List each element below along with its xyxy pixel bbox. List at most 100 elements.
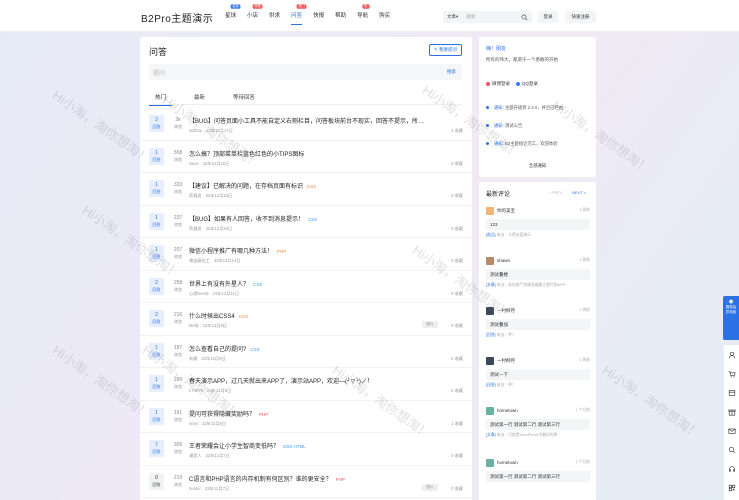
- weibo-login[interactable]: 微博登录: [486, 81, 510, 87]
- avatar[interactable]: [486, 459, 494, 467]
- vip-float-button[interactable]: ◆ 展现会员特权: [723, 296, 739, 340]
- search-input[interactable]: 搜索: [466, 14, 521, 20]
- question-author[interactable]: hunter: [189, 486, 201, 491]
- avatar[interactable]: [486, 257, 494, 265]
- question-author[interactable]: 漫索人: [189, 453, 202, 458]
- question-title[interactable]: 王者荣耀会让小学生智商变低吗？ CSS HTML: [189, 441, 306, 450]
- question-author[interactable]: 有趣: [189, 356, 197, 361]
- search-type-select[interactable]: 文章▾: [447, 14, 458, 20]
- question-author[interactable]: 荷塘君: [189, 193, 202, 198]
- question-author[interactable]: L70676: [189, 388, 203, 393]
- favorite-count[interactable]: 0 收藏: [451, 193, 463, 199]
- question-author[interactable]: wzthou: [189, 128, 202, 133]
- question-tag[interactable]: CSS: [308, 217, 317, 222]
- site-logo[interactable]: B2Pro主题演示: [141, 10, 213, 25]
- question-title[interactable]: 【BUG】问答页面小工具不能自定义右侧栏目，问答板块前台不现实，回答不提示，所…: [189, 116, 424, 125]
- question-row[interactable]: 2 回答 216 浏览 什么时候出CSS4 CSS Molly 22年12月9日 图片 0 收藏: [140, 303, 472, 336]
- question-author[interactable]: 荷塘君: [189, 226, 202, 231]
- user-icon[interactable]: [728, 351, 736, 359]
- question-title[interactable]: 春天演示APP，过几天就出来APP了，演示站APP，欢迎—(╯▽╰)ノ！: [189, 376, 373, 385]
- comment-user[interactable]: hometown: [497, 408, 518, 413]
- comments-prev-button[interactable]: < PREV: [548, 190, 562, 195]
- comment-source[interactable]: [回答] 来自：呼！: [486, 383, 516, 388]
- question-row[interactable]: 2 回答 2k 浏览 【BUG】问答页面小工具不能自定义右侧栏目，问答板块前台不现实，回…: [140, 108, 472, 141]
- search-box[interactable]: 文章▾ 搜索: [443, 11, 532, 23]
- favorite-count[interactable]: 0 收藏: [451, 226, 463, 232]
- nav-item-3[interactable]: 问答 热门: [291, 4, 307, 25]
- favorite-count[interactable]: 0 收藏: [451, 388, 463, 394]
- favorite-count[interactable]: 0 收藏: [451, 161, 463, 167]
- question-row[interactable]: 2 回答 258 浏览 世界上有没有外星人？ CSS 心愿DeGE 22年12月11日 0 收藏: [140, 271, 472, 303]
- nav-item-2[interactable]: 供求: [269, 11, 280, 19]
- gift-icon[interactable]: [728, 408, 736, 416]
- comment-body[interactable]: 测试叠楼: [486, 269, 590, 280]
- question-row[interactable]: 0 回答 219 浏览 C语言和PHP语言的内存机制有何区别？谁的更安全？ PHP hunt…: [140, 466, 472, 498]
- question-tag[interactable]: CSS: [307, 184, 316, 189]
- question-row[interactable]: 1 回答 237 浏览 【BUG】如果有人回答，收不到消息提示！ CSS 荷塘君 22年12月…: [140, 206, 472, 238]
- notice-item[interactable]: 通知: B2主题接近完工，欢迎体验: [486, 141, 558, 147]
- cart-icon[interactable]: [728, 370, 736, 378]
- comment-source[interactable]: [文章] 来自：若你取气急躁准确建立图片和APP···: [486, 283, 569, 288]
- question-title[interactable]: 微信小程序推广有哪几种方法！ PHP: [189, 246, 286, 255]
- question-tag[interactable]: PHP: [277, 249, 286, 254]
- comment-item[interactable]: 你的美宝 1 周前 123 [商品] 来自：卡密自营演示: [486, 207, 590, 241]
- comment-user[interactable]: 你的美宝: [497, 208, 515, 214]
- question-search-button[interactable]: 搜索: [447, 69, 456, 75]
- favorite-count[interactable]: 1 收藏: [451, 421, 463, 427]
- comment-user[interactable]: 一村柳月: [497, 358, 515, 364]
- question-author[interactable]: Sean: [189, 161, 199, 166]
- comments-next-button[interactable]: NEXT >: [572, 190, 586, 195]
- comment-user[interactable]: shawn: [497, 258, 510, 263]
- tab-latest[interactable]: 最新: [188, 93, 205, 105]
- question-author[interactable]: innei: [189, 421, 198, 426]
- favorite-count[interactable]: 4 收藏: [451, 128, 463, 134]
- comment-source[interactable]: [商品] 来自：卡密自营演示: [486, 233, 531, 238]
- comment-body[interactable]: 123: [486, 219, 590, 230]
- question-row[interactable]: 1 回答 289 浏览 春天演示APP，过几天就出来APP了，演示站APP，欢迎—(╯▽…: [140, 368, 472, 401]
- question-author[interactable]: 心愿DeGE: [189, 291, 209, 296]
- question-tag[interactable]: PHP: [259, 412, 268, 417]
- nav-item-6[interactable]: 导航热: [357, 4, 370, 19]
- avatar[interactable]: [486, 207, 494, 215]
- question-title[interactable]: 怎么查看自己的提问? CSS: [189, 344, 260, 353]
- mail-icon[interactable]: [728, 427, 736, 435]
- question-title[interactable]: 【建议】已解决的问题，在存档页面有标识 CSS: [189, 181, 316, 190]
- question-row[interactable]: 1 回答 558 浏览 怎么搞？顶部菜单栏蓝色红色的小TIPS图标 Sean 22年12月1…: [140, 141, 472, 173]
- comment-item[interactable]: hometown 1 个月前 测试第一行 测试第二行 测试第三行: [486, 459, 590, 493]
- question-author[interactable]: Molly: [189, 323, 199, 328]
- tab-hot[interactable]: 热门: [149, 93, 173, 106]
- notice-item[interactable]: 通知: 测试公告: [486, 123, 522, 129]
- question-tag[interactable]: CSS: [250, 347, 259, 352]
- favorite-count[interactable]: 0 收藏: [451, 453, 463, 459]
- avatar[interactable]: [486, 357, 494, 365]
- tab-waiting[interactable]: 等待回答: [227, 93, 255, 105]
- card-icon[interactable]: [728, 389, 736, 397]
- qrcode-icon[interactable]: [728, 484, 736, 492]
- question-row[interactable]: 1 回答 187 浏览 怎么查看自己的提问? CSS 有趣 22年12月9日 0 收藏: [140, 336, 472, 368]
- search-icon[interactable]: [728, 446, 736, 454]
- comment-user[interactable]: hometown: [497, 460, 518, 465]
- question-tag[interactable]: CSS: [253, 282, 262, 287]
- favorite-count[interactable]: 0 收藏: [451, 323, 463, 329]
- favorite-count[interactable]: 0 收藏: [451, 258, 463, 264]
- favorite-count[interactable]: 0 收藏: [451, 486, 463, 492]
- question-title[interactable]: 【BUG】如果有人回答，收不到消息提示！ CSS: [189, 214, 317, 223]
- nav-item-7[interactable]: 购买: [379, 11, 390, 19]
- question-tag[interactable]: CSS: [239, 314, 248, 319]
- comment-body[interactable]: 测试叠加: [486, 319, 590, 330]
- question-title[interactable]: 什么时候出CSS4 CSS: [189, 311, 248, 320]
- question-row[interactable]: 1 回答 333 浏览 【建议】已解决的问题，在存档页面有标识 CSS 荷塘君 22年12月1…: [140, 173, 472, 206]
- question-row[interactable]: 1 回答 191 浏览 提问可获得隐藏奖励吗？ PHP innei 22年12月8日 1 收藏: [140, 401, 472, 433]
- question-input[interactable]: 提问 搜索: [149, 64, 462, 80]
- nav-item-4[interactable]: 快报: [313, 11, 324, 19]
- question-title[interactable]: C语言和PHP语言的内存机制有何区别？谁的更安全？ PHP: [189, 474, 345, 483]
- all-notices-link[interactable]: 全部通知: [479, 163, 596, 169]
- question-tag[interactable]: PHP: [336, 477, 345, 482]
- nav-item-1[interactable]: 小店 好物: [247, 4, 263, 19]
- question-row[interactable]: 1 回答 207 浏览 微信小程序推广有哪几种方法！ PHP 黎由藤化工 22年12月14日 0…: [140, 238, 472, 271]
- avatar[interactable]: [486, 407, 494, 415]
- comment-item[interactable]: shawn 1 周前 测试叠楼 [文章] 来自：若你取气急躁准确建立图片和APP···: [486, 257, 590, 291]
- comment-user[interactable]: 一村柳月: [497, 308, 515, 314]
- login-button[interactable]: 登录: [538, 11, 558, 23]
- search-icon[interactable]: [521, 13, 528, 21]
